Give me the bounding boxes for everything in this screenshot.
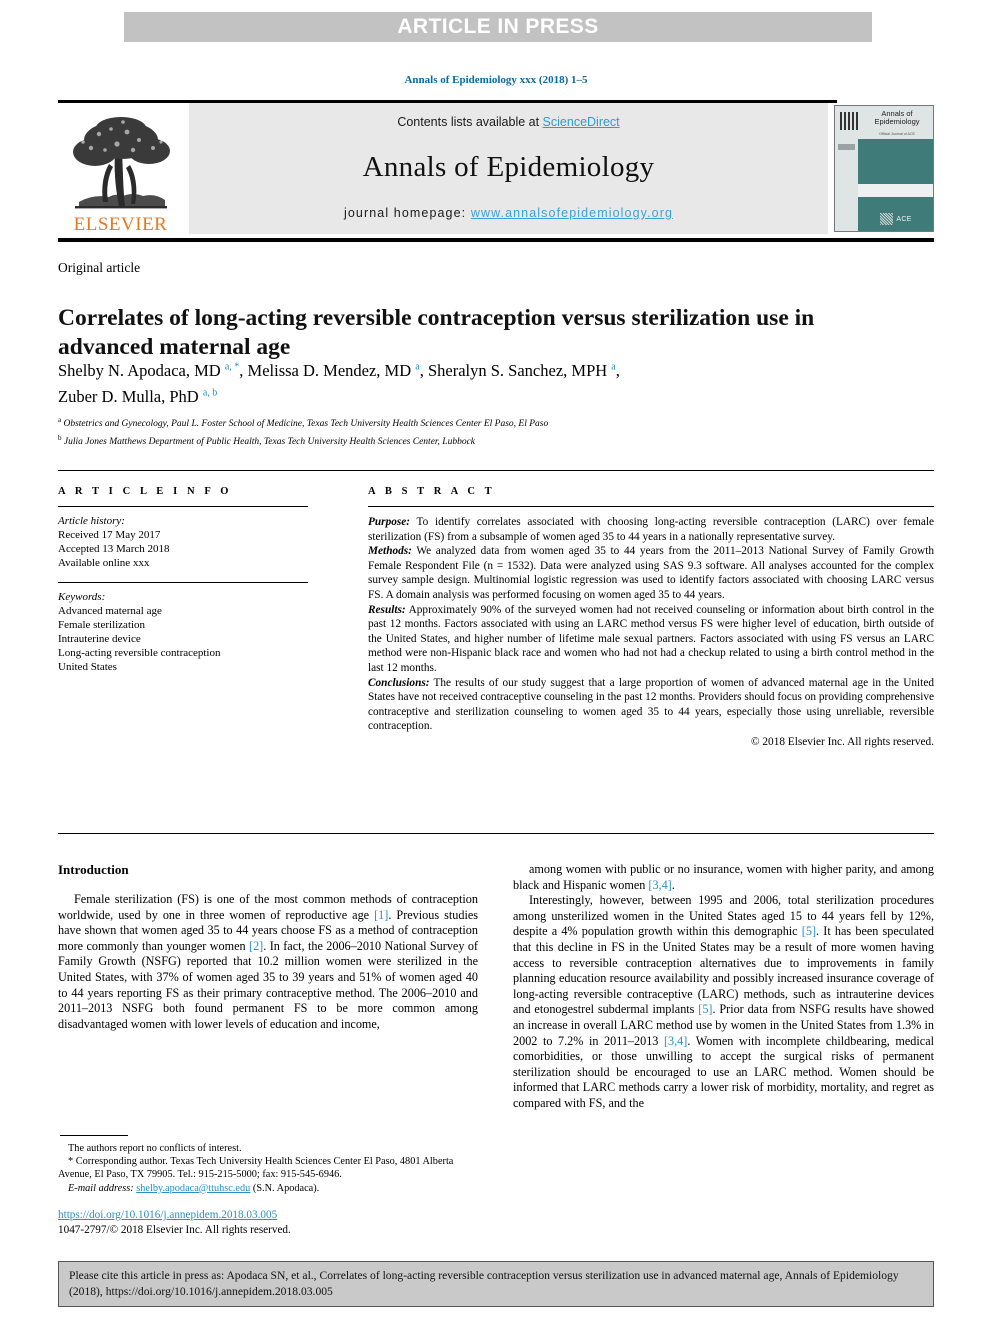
cover-journal-title: Annals of Epidemiology — [874, 109, 920, 126]
keywords-block: Keywords: Advanced maternal age Female s… — [58, 590, 308, 674]
author-list: Shelby N. Apodaca, MD a, *, Melissa D. M… — [58, 355, 888, 408]
history-item: Received 17 May 2017 — [58, 529, 161, 541]
contents-available-line: Contents lists available at ScienceDirec… — [397, 115, 619, 129]
affiliation-b: b Julia Jones Matthews Department of Pub… — [58, 433, 476, 447]
doi-block: https://doi.org/10.1016/j.annepidem.2018… — [58, 1208, 478, 1237]
masthead-row: ELSEVIER Contents lists available at Sci… — [58, 103, 934, 234]
elsevier-logo: ELSEVIER — [58, 103, 183, 234]
citation-notice-box: Please cite this article in press as: Ap… — [58, 1261, 934, 1307]
keyword-item: Intrauterine device — [58, 633, 141, 645]
journal-homepage-link[interactable]: www.annalsofepidemiology.org — [471, 206, 673, 220]
journal-masthead: ELSEVIER Contents lists available at Sci… — [58, 100, 934, 242]
email-suffix: (S.N. Apodaca). — [250, 1182, 320, 1194]
cover-white-band — [858, 184, 933, 197]
article-info-rule — [58, 506, 308, 507]
abstract-section-text: Approximately 90% of the surveyed women … — [368, 603, 934, 674]
keyword-item: Female sterilization — [58, 619, 146, 631]
history-item: Accepted 13 March 2018 — [58, 543, 170, 555]
abstract-rule — [368, 506, 934, 507]
corresponding-author-note: * Corresponding author. Texas Tech Unive… — [58, 1156, 454, 1181]
article-info-column: A R T I C L E I N F O Article history: R… — [58, 486, 308, 674]
footnote-divider — [60, 1135, 128, 1136]
abstract-section-text: The results of our study suggest that a … — [368, 676, 934, 733]
qr-code-icon — [840, 112, 858, 130]
conflict-of-interest-note: The authors report no conflicts of inter… — [68, 1143, 242, 1154]
elsevier-wordmark: ELSEVIER — [73, 214, 168, 235]
running-head: Annals of Epidemiology xxx (2018) 1–5 — [0, 74, 992, 86]
cover-society-logo: ACE — [863, 213, 929, 225]
issn-copyright-line: 1047-2797/© 2018 Elsevier Inc. All right… — [58, 1223, 291, 1236]
journal-homepage-line: journal homepage: www.annalsofepidemiolo… — [344, 206, 673, 220]
email-label: E-mail address: — [68, 1182, 134, 1194]
journal-title: Annals of Epidemiology — [362, 151, 655, 183]
body-column-left: Introduction Female sterilization (FS) i… — [58, 862, 478, 1032]
abstract-section-label: Conclusions: — [368, 676, 430, 689]
article-history-block: Article history: Received 17 May 2017 Ac… — [58, 514, 308, 570]
abstract-column: A B S T R A C T Purpose: To identify cor… — [368, 486, 934, 748]
history-item: Available online xxx — [58, 557, 150, 569]
authors-html: Shelby N. Apodaca, MD a, *, Melissa D. M… — [58, 360, 620, 407]
article-info-heading: A R T I C L E I N F O — [58, 486, 233, 497]
footnotes-block: The authors report no conflicts of inter… — [58, 1142, 478, 1195]
email-note: E-mail address: shelby.apodaca@ttuhsc.ed… — [58, 1182, 478, 1195]
keywords-rule — [58, 582, 308, 583]
article-history-label: Article history: — [58, 515, 125, 527]
introduction-heading: Introduction — [58, 862, 129, 877]
journal-contents-box: Contents lists available at ScienceDirec… — [189, 103, 828, 234]
cover-society-label: ACE — [896, 215, 912, 223]
doi-link[interactable]: https://doi.org/10.1016/j.annepidem.2018… — [58, 1209, 277, 1221]
abstract-body: Purpose: To identify correlates associat… — [368, 515, 934, 734]
article-in-press-label: ARTICLE IN PRESS — [397, 15, 599, 38]
abstract-section: Purpose: To identify correlates associat… — [368, 515, 934, 544]
affiliation-a-text: Obstetrics and Gynecology, Paul L. Foste… — [63, 419, 549, 430]
abstract-section-text: To identify correlates associated with c… — [368, 516, 934, 543]
affiliations-block: a Obstetrics and Gynecology, Paul L. Fos… — [58, 414, 928, 449]
abstract-heading: A B S T R A C T — [368, 486, 496, 497]
abstract-section: Conclusions: The results of our study su… — [368, 676, 934, 734]
abstract-copyright: © 2018 Elsevier Inc. All rights reserved… — [750, 735, 934, 748]
cover-journal-subtitle: Official Journal of ACE — [879, 132, 915, 136]
introduction-paragraph: Female sterilization (FS) is one of the … — [58, 892, 478, 1031]
abstract-section: Methods: We analyzed data from women age… — [368, 544, 934, 602]
abstract-section-label: Results: — [368, 603, 406, 616]
elsevier-tree-icon — [72, 117, 170, 209]
abstract-section-label: Methods: — [368, 545, 412, 558]
cover-left-strip — [835, 139, 858, 231]
abstract-section: Results: Approximately 90% of the survey… — [368, 603, 934, 676]
cover-left-text-block — [838, 144, 855, 150]
keyword-item: Advanced maternal age — [58, 605, 162, 617]
masthead-bottom-rule — [58, 238, 934, 242]
author-email-link[interactable]: shelby.apodaca@ttuhsc.edu — [136, 1183, 250, 1194]
info-band-bottom-rule — [58, 833, 934, 834]
journal-homepage-prefix: journal homepage: — [343, 206, 471, 220]
page-title: Correlates of long-acting reversible con… — [58, 304, 815, 360]
article-type-label: Original article — [58, 260, 141, 275]
article-in-press-banner: ARTICLE IN PRESS — [124, 12, 872, 42]
abstract-section-label: Purpose: — [368, 516, 411, 528]
keyword-item: Long-acting reversible contraception — [58, 647, 221, 659]
body-column-right: among women with public or no insurance,… — [513, 862, 934, 1112]
keyword-item: United States — [58, 661, 117, 673]
running-head-text: Annals of Epidemiology xxx (2018) 1–5 — [404, 74, 588, 86]
info-band-top-rule — [58, 470, 934, 471]
introduction-paragraph-2: Interestingly, however, between 1995 and… — [513, 893, 934, 1110]
affiliation-b-text: Julia Jones Matthews Department of Publi… — [63, 436, 476, 447]
introduction-paragraph-cont: among women with public or no insurance,… — [513, 862, 934, 892]
ace-emblem-icon — [880, 213, 894, 225]
sciencedirect-link[interactable]: ScienceDirect — [543, 115, 620, 129]
contents-available-prefix: Contents lists available at — [397, 115, 543, 129]
affiliation-a: a Obstetrics and Gynecology, Paul L. Fos… — [58, 416, 549, 430]
journal-cover-thumbnail: Annals of Epidemiology Official Journal … — [834, 105, 934, 232]
citation-notice-text: Please cite this article in press as: Ap… — [69, 1269, 899, 1298]
abstract-section-text: We analyzed data from women aged 35 to 4… — [368, 545, 934, 601]
keywords-label: Keywords: — [58, 591, 106, 603]
